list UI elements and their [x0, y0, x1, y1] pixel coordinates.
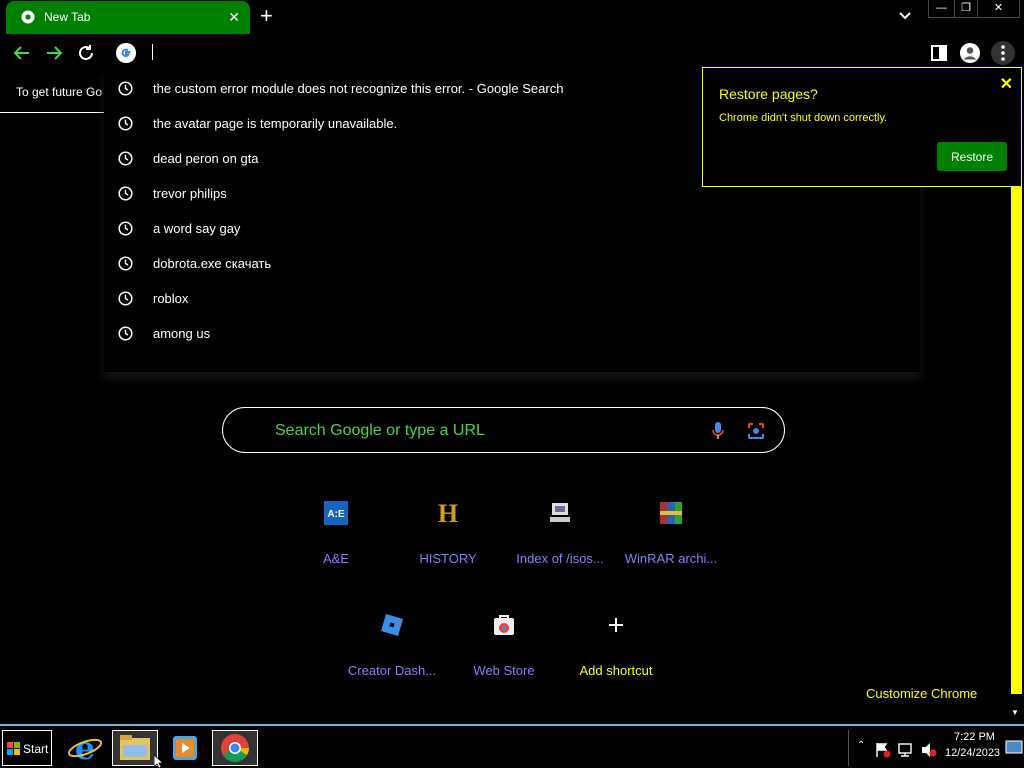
plus-icon	[602, 611, 630, 639]
shortcut-label: Index of /isos...	[516, 551, 604, 566]
shortcut-label: WinRAR archi...	[624, 551, 718, 566]
suggestion-item[interactable]: dobrota.exe скачать	[104, 246, 920, 281]
tab-close-icon[interactable]: ✕	[228, 9, 240, 26]
profile-avatar-icon[interactable]	[959, 42, 981, 64]
show-desktop-icon[interactable]	[1005, 740, 1023, 756]
history-clock-icon	[118, 151, 133, 166]
reload-icon[interactable]	[75, 42, 97, 64]
omnibox-input[interactable]	[152, 44, 153, 60]
shortcut-history[interactable]: H HISTORY	[392, 499, 504, 599]
shortcut-label: HISTORY	[419, 551, 477, 566]
chrome-icon	[21, 10, 35, 24]
roblox-icon	[378, 611, 406, 639]
internet-explorer-icon: e	[67, 729, 103, 767]
shortcut-index-isos[interactable]: Index of /isos...	[504, 499, 616, 599]
new-tab-button[interactable]: +	[260, 5, 273, 27]
infobar-text: To get future Go	[16, 85, 103, 99]
winrar-icon	[657, 499, 685, 527]
restore-button[interactable]: ❐	[954, 0, 978, 18]
suggestion-text: dead peron on gta	[153, 151, 259, 166]
history-icon: H	[434, 499, 462, 527]
minimize-button[interactable]: —	[928, 0, 955, 18]
tab-strip: New Tab ✕ + — ❐ ✕	[0, 0, 1024, 34]
tray-expand-icon[interactable]: ⌃	[857, 740, 865, 751]
history-clock-icon	[118, 221, 133, 236]
shortcut-label: Add shortcut	[579, 663, 653, 678]
tab-search-chevron-icon[interactable]	[897, 8, 913, 24]
svg-text:A:E: A:E	[327, 509, 345, 520]
mouse-cursor-icon	[154, 755, 164, 768]
folder-icon	[120, 735, 150, 760]
shortcut-label: Creator Dash...	[347, 663, 437, 678]
forward-arrow-icon[interactable]	[43, 42, 65, 64]
history-clock-icon	[118, 291, 133, 306]
suggestion-text: trevor philips	[153, 186, 227, 201]
history-clock-icon	[118, 186, 133, 201]
bubble-message: Chrome didn't shut down correctly.	[719, 112, 888, 124]
suggestion-text: dobrota.exe скачать	[153, 256, 272, 271]
start-button[interactable]: Start	[2, 730, 52, 766]
chrome-icon	[221, 734, 249, 762]
network-icon[interactable]	[897, 742, 913, 758]
taskbar-internet-explorer[interactable]: e	[62, 729, 108, 767]
menu-kebab-icon[interactable]	[991, 40, 1015, 66]
shortcut-creator-dash[interactable]: Creator Dash...	[336, 611, 448, 711]
volume-muted-icon[interactable]	[921, 742, 937, 758]
taskbar-chrome[interactable]	[212, 730, 258, 766]
tab-title: New Tab	[44, 10, 91, 24]
suggestion-text: among us	[153, 326, 211, 341]
history-clock-icon	[118, 326, 133, 341]
media-player-icon	[173, 736, 197, 760]
suggestion-text: a word say gay	[153, 221, 241, 236]
ae-icon: A:E	[322, 499, 350, 527]
start-label: Start	[23, 742, 49, 756]
customize-chrome-link[interactable]: Customize Chrome	[866, 686, 977, 701]
google-g-icon	[116, 43, 136, 63]
taskbar-media-player[interactable]	[162, 730, 208, 766]
shortcut-web-store[interactable]: Web Store	[448, 611, 560, 711]
bubble-title: Restore pages?	[719, 86, 818, 102]
history-clock-icon	[118, 116, 133, 131]
tray-date[interactable]: 12/24/2023	[945, 747, 1000, 759]
shortcut-ae[interactable]: A:E A&E	[280, 499, 392, 599]
tray-time[interactable]: 7:22 PM	[954, 731, 995, 743]
close-window-button[interactable]: ✕	[977, 0, 1020, 18]
bubble-close-icon[interactable]: ✕	[1000, 74, 1013, 94]
history-clock-icon	[118, 81, 133, 96]
suggestion-text: roblox	[153, 291, 189, 306]
history-clock-icon	[118, 256, 133, 271]
microphone-icon[interactable]	[711, 421, 725, 441]
restore-button[interactable]: Restore	[937, 142, 1007, 171]
action-center-flag-icon[interactable]	[875, 742, 891, 758]
windows-logo-icon	[7, 742, 20, 755]
google-lens-icon[interactable]	[746, 421, 766, 441]
add-shortcut-button[interactable]: Add shortcut	[560, 611, 672, 711]
scroll-down-arrow-icon[interactable]: ▼	[1011, 708, 1019, 717]
suggestion-item[interactable]: roblox	[104, 281, 920, 316]
back-arrow-icon[interactable]	[11, 42, 33, 64]
ntp-search-placeholder: Search Google or type a URL	[275, 422, 485, 439]
tab-new-tab[interactable]: New Tab ✕	[6, 1, 250, 34]
suggestion-text: the avatar page is temporarily unavailab…	[153, 116, 398, 131]
restore-pages-bubble: Restore pages? Chrome didn't shut down c…	[702, 67, 1022, 187]
svg-text:H: H	[438, 500, 458, 526]
ntp-search-box[interactable]: Search Google or type a URL	[222, 407, 785, 453]
suggestion-text: the custom error module does not recogni…	[153, 81, 564, 96]
suggestion-item[interactable]: a word say gay	[104, 211, 920, 246]
shortcut-label: Web Store	[473, 663, 535, 678]
suggestion-item[interactable]: among us	[104, 316, 920, 351]
shortcut-label: A&E	[322, 551, 349, 566]
scrollbar-thumb[interactable]	[1011, 186, 1022, 694]
svg-text:e: e	[75, 730, 95, 766]
side-panel-icon[interactable]	[928, 42, 950, 64]
taskbar-file-explorer[interactable]	[112, 730, 158, 766]
screen: New Tab ✕ + — ❐ ✕ To get future Go Searc…	[0, 0, 1024, 768]
shortcut-winrar[interactable]: WinRAR archi...	[615, 499, 727, 599]
divider	[0, 112, 104, 113]
webstore-icon	[490, 611, 518, 639]
index-icon	[546, 499, 574, 527]
